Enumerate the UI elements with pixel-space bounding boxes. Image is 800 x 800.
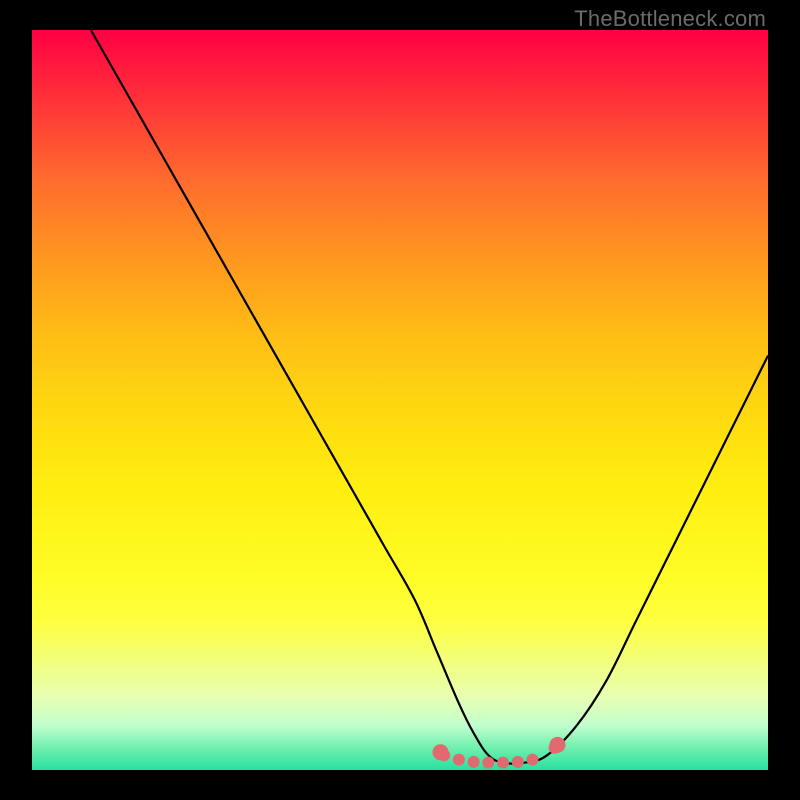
curve-marker	[497, 757, 509, 769]
bottleneck-curve	[91, 30, 768, 764]
curve-marker-end	[550, 737, 566, 753]
curve-marker	[482, 757, 494, 769]
curve-marker-end	[432, 744, 448, 760]
curve-markers	[432, 737, 565, 769]
chart-plot-area	[32, 30, 768, 770]
watermark-text: TheBottleneck.com	[574, 6, 766, 32]
curve-marker	[512, 756, 524, 768]
curve-marker	[526, 754, 538, 766]
curve-marker	[468, 756, 480, 768]
chart-svg	[32, 30, 768, 770]
chart-frame: TheBottleneck.com	[0, 0, 800, 800]
curve-marker	[453, 754, 465, 766]
